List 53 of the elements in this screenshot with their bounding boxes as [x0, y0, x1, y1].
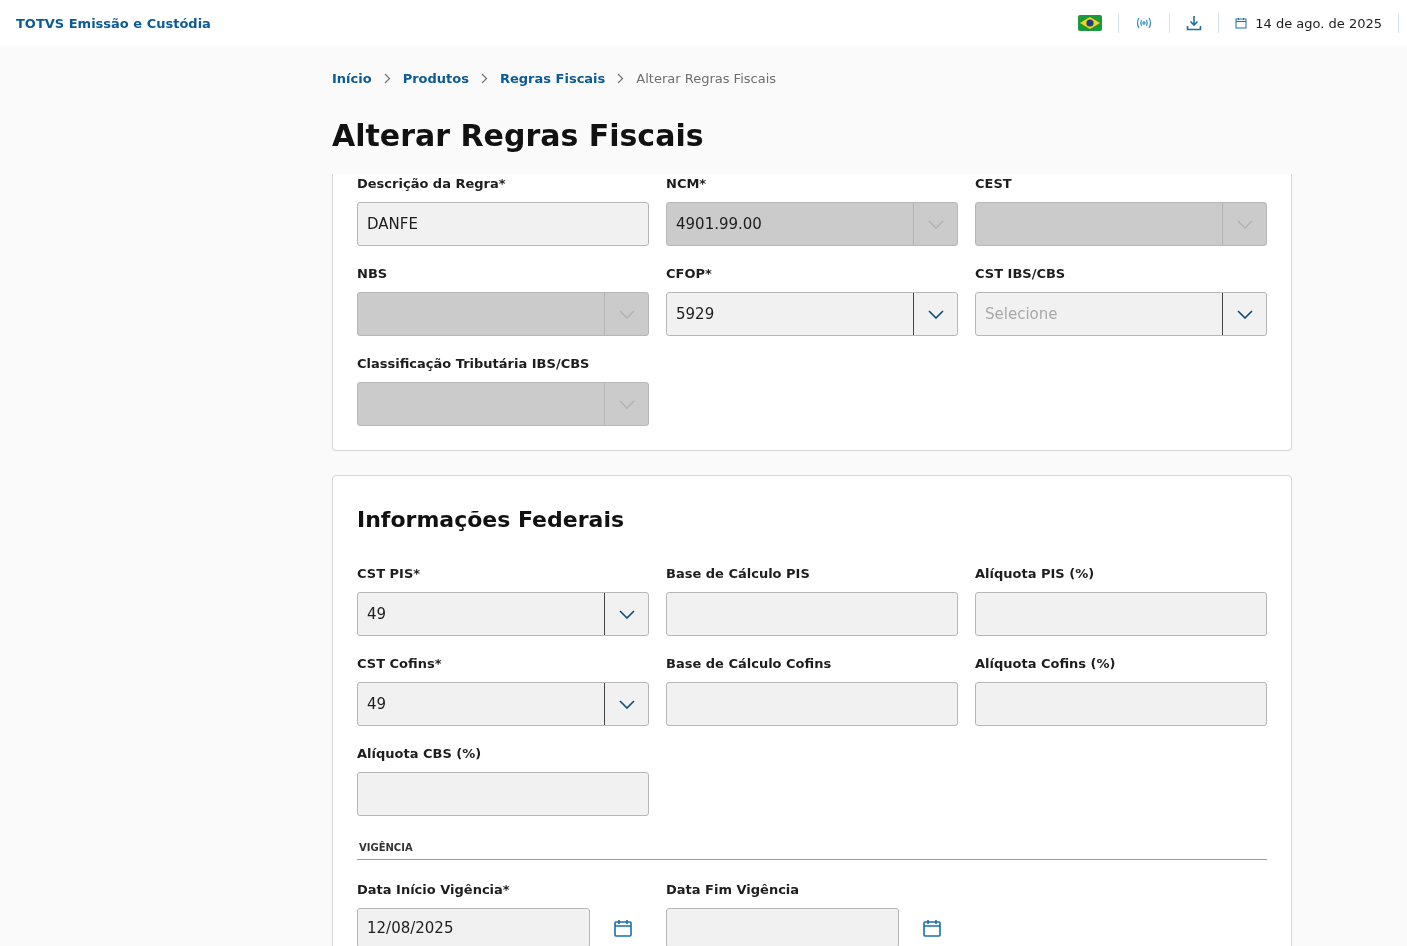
breadcrumb-link[interactable]: Regras Fiscais: [500, 70, 606, 86]
chevron-down-icon: [927, 219, 944, 229]
field-label: CST PIS*: [357, 565, 422, 583]
field-label: Alíquota Cofins (%): [975, 655, 1117, 673]
current-date: 14 de ago. de 2025: [1255, 15, 1382, 31]
field-label: CFOP*: [666, 265, 713, 283]
input-field[interactable]: DANFE: [357, 202, 649, 246]
field-label: CST IBS/CBS: [975, 265, 1067, 283]
calendar-icon: [1235, 17, 1248, 29]
field-label: Alíquota CBS (%): [357, 745, 483, 763]
chevron-down-icon: [618, 699, 635, 709]
chevron-down-icon: [927, 309, 944, 319]
chevron-down-icon: [618, 309, 635, 319]
field-label: NCM*: [666, 175, 708, 193]
field-label: Alíquota PIS (%): [975, 565, 1096, 583]
input-field[interactable]: [666, 682, 958, 726]
date-field[interactable]: 12/08/2025: [357, 908, 590, 946]
input-field[interactable]: [975, 592, 1267, 636]
breadcrumb-current[interactable]: Alterar Regras Fiscais: [636, 70, 777, 86]
field-label: Base de Cálculo Cofins: [666, 655, 833, 673]
field-label: Classificação Tributária IBS/CBS: [357, 355, 591, 373]
section-title: Informações Federais: [357, 506, 626, 534]
input-field[interactable]: [357, 772, 649, 816]
flag-icon[interactable]: [1078, 15, 1103, 31]
field-label: Data Fim Vigência: [666, 881, 801, 899]
breadcrumb-link[interactable]: Produtos: [402, 70, 469, 86]
select-field[interactable]: 5929: [666, 292, 958, 336]
chevron-right-icon: [617, 72, 625, 84]
calendar-icon[interactable]: [614, 919, 632, 937]
calendar-icon[interactable]: [923, 919, 941, 937]
broadcast-icon[interactable]: [1135, 16, 1154, 30]
page-title: Alterar Regras Fiscais: [332, 117, 705, 155]
input-field[interactable]: [666, 592, 958, 636]
field-label: CEST: [975, 175, 1013, 193]
field-label: CST Cofins*: [357, 655, 443, 673]
field-label: Descrição da Regra*: [357, 175, 507, 193]
chevron-down-icon: [1236, 309, 1253, 319]
field-label: Base de Cálculo PIS: [666, 565, 811, 583]
date-field[interactable]: [666, 908, 899, 946]
chevron-right-icon: [481, 72, 488, 84]
chevron-down-icon: [618, 609, 635, 619]
chevron-down-icon: [618, 399, 635, 409]
section-subheading: VIGÊNCIA: [357, 842, 1267, 860]
input-field[interactable]: [975, 682, 1267, 726]
chevron-down-icon: [1236, 219, 1253, 229]
chevron-right-icon: [383, 72, 391, 84]
select-field[interactable]: 49: [357, 682, 649, 726]
field-label: NBS: [357, 265, 389, 283]
select-field[interactable]: 49: [357, 592, 649, 636]
download-icon[interactable]: [1186, 15, 1203, 31]
app-title[interactable]: TOTVS Emissão e Custódia: [16, 15, 211, 31]
breadcrumb-link[interactable]: Início: [332, 70, 372, 86]
field-label: Data Início Vigência*: [357, 881, 511, 899]
